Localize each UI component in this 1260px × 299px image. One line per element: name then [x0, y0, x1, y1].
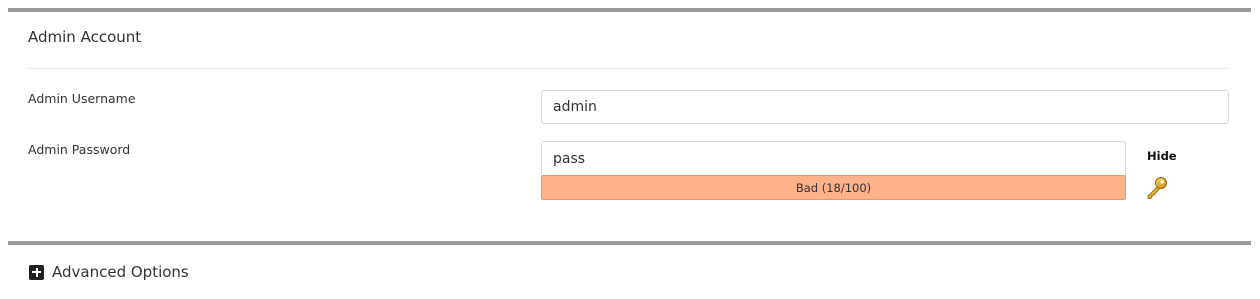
key-icon[interactable]	[1144, 175, 1170, 201]
section-header-divider	[28, 68, 1228, 69]
password-strength-meter: Bad (18/100)	[541, 175, 1126, 200]
admin-password-input[interactable]	[541, 141, 1126, 175]
hide-password-link[interactable]: Hide	[1147, 149, 1177, 163]
admin-password-label: Admin Password	[28, 142, 131, 157]
admin-username-input[interactable]	[541, 90, 1229, 124]
section-divider-bottom	[8, 241, 1251, 245]
section-title-admin-account: Admin Account	[28, 28, 142, 46]
admin-username-label: Admin Username	[28, 91, 136, 106]
advanced-options-label: Advanced Options	[52, 263, 189, 281]
password-strength-text: Bad (18/100)	[795, 180, 872, 195]
plus-square-icon	[29, 264, 44, 280]
section-divider-top	[8, 8, 1251, 12]
advanced-options-toggle[interactable]: Advanced Options	[29, 262, 189, 282]
